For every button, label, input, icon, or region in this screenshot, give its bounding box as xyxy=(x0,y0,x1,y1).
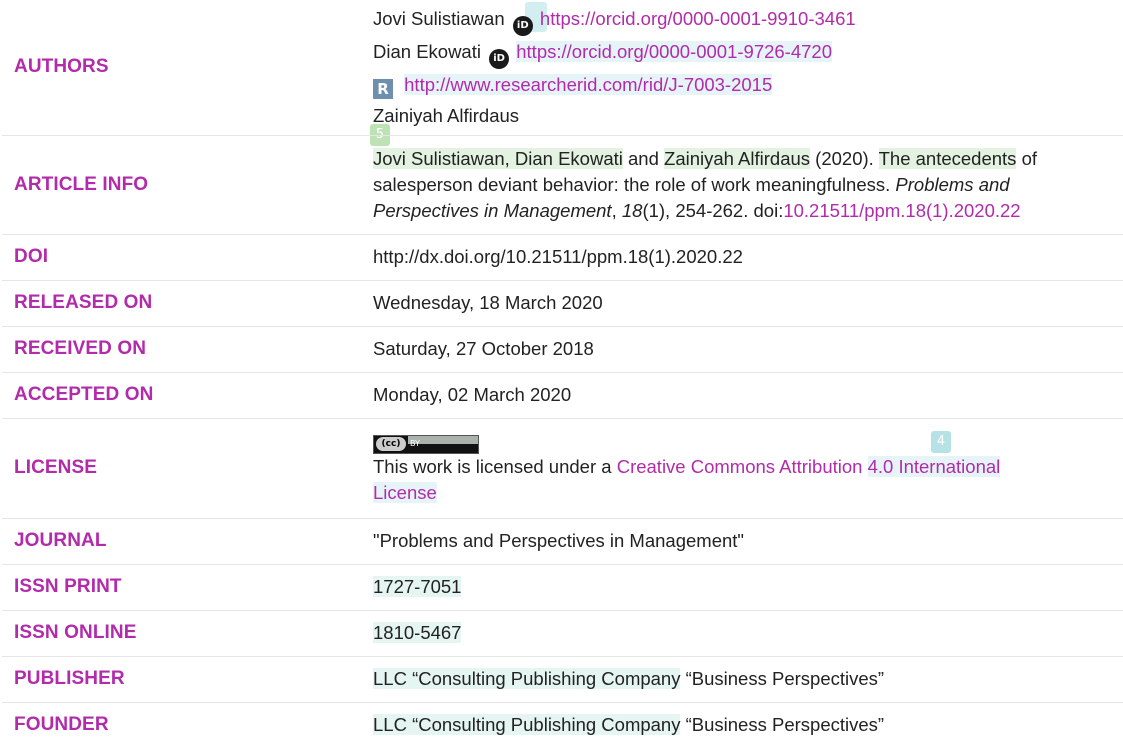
founder-rest: “Business Perspectives” xyxy=(680,714,885,736)
license-text: This work is licensed under a xyxy=(373,456,617,477)
row-accepted-on: ACCEPTED ON Monday, 02 March 2020 xyxy=(2,372,1123,418)
row-doi: DOI http://dx.doi.org/10.21511/ppm.18(1)… xyxy=(2,234,1123,280)
publisher-value: LLC “Consulting Publishing Company “Busi… xyxy=(373,656,1123,702)
row-label: FOUNDER xyxy=(14,714,109,736)
issn-print-value: 1727-7051 xyxy=(373,564,1123,610)
citation-year: (2020). xyxy=(810,147,879,169)
received-value: Saturday, 27 October 2018 xyxy=(373,338,594,359)
author-line: R http://www.researcherid.com/rid/J-7003… xyxy=(373,69,1109,100)
license-link[interactable]: 4.0 International xyxy=(867,456,1001,477)
author-line: Zainiyah Alfirdaus xyxy=(373,100,1109,131)
citation-authors: Zainiyah Alfirdaus xyxy=(664,147,811,169)
row-publisher: PUBLISHER LLC “Consulting Publishing Com… xyxy=(2,656,1123,702)
issn-online-text: 1810-5467 xyxy=(373,622,462,643)
row-founder: FOUNDER LLC “Consulting Publishing Compa… xyxy=(2,702,1123,748)
orcid-icon: iD xyxy=(512,16,533,37)
row-authors: AUTHORS Jovi Sulistiawan iD https://orci… xyxy=(2,0,1123,135)
row-license: LICENSE (cc) BY This work is licensed un… xyxy=(2,418,1123,518)
license-badge-line: (cc) BY xyxy=(373,430,1109,454)
citation-issue-pages: (1), 254-262. doi: xyxy=(642,199,784,221)
row-received-on: RECEIVED ON Saturday, 27 October 2018 xyxy=(2,326,1123,372)
row-label: JOURNAL xyxy=(14,530,107,551)
issn-print-text: 1727-7051 xyxy=(373,576,462,597)
row-label: ISSN ONLINE xyxy=(14,622,137,643)
citation-volume: 18 xyxy=(621,199,643,221)
article-info-value: Jovi Sulistiawan, Dian Ekowati and Zaini… xyxy=(373,135,1123,234)
row-label: RECEIVED ON xyxy=(14,338,147,359)
row-label: LICENSE xyxy=(14,457,98,478)
accepted-value: Monday, 02 March 2020 xyxy=(373,384,572,405)
author-line: Jovi Sulistiawan iD https://orcid.org/00… xyxy=(373,3,1109,37)
doi-value: http://dx.doi.org/10.21511/ppm.18(1).202… xyxy=(373,246,743,267)
author-name: Dian Ekowati xyxy=(373,41,481,63)
citation-separator: , xyxy=(611,199,622,221)
cc-by-badge[interactable]: (cc) BY xyxy=(373,434,479,454)
row-label: ARTICLE INFO xyxy=(14,173,149,195)
row-issn-online: ISSN ONLINE 1810-5467 xyxy=(2,610,1123,656)
released-value: Wednesday, 18 March 2020 xyxy=(373,292,603,313)
row-label: RELEASED ON xyxy=(14,292,153,313)
license-link[interactable]: License xyxy=(373,482,437,503)
researcherid-icon: R xyxy=(373,79,393,100)
article-metadata-table: AUTHORS Jovi Sulistiawan iD https://orci… xyxy=(2,0,1123,748)
orcid-link[interactable]: https://orcid.org/0000-0001-9726-4720 xyxy=(516,41,832,63)
row-article-info: ARTICLE INFO Jovi Sulistiawan, Dian Ekow… xyxy=(2,135,1123,234)
doi-link[interactable]: 10.21511/ppm.18(1).2020.22 xyxy=(783,200,1020,221)
issn-online-value: 1810-5467 xyxy=(373,610,1123,656)
row-journal: JOURNAL "Problems and Perspectives in Ma… xyxy=(2,518,1123,564)
orcid-icon: iD xyxy=(489,49,510,70)
row-label: ISSN PRINT xyxy=(14,576,122,597)
row-label: DOI xyxy=(14,246,49,267)
row-released-on: RELEASED ON Wednesday, 18 March 2020 xyxy=(2,280,1123,326)
row-label: PUBLISHER xyxy=(14,668,125,689)
founder-highlight: LLC “Consulting Publishing Company xyxy=(373,714,681,736)
license-link[interactable]: Creative Commons Attribution xyxy=(617,456,868,477)
author-name: Jovi Sulistiawan xyxy=(373,8,505,30)
license-value: (cc) BY This work is licensed under a Cr… xyxy=(373,418,1123,518)
row-issn-print: ISSN PRINT 1727-7051 xyxy=(2,564,1123,610)
authors-value: Jovi Sulistiawan iD https://orcid.org/00… xyxy=(373,0,1123,135)
by-icon: BY xyxy=(410,438,420,448)
cc-icon: (cc) xyxy=(376,436,406,451)
row-label: AUTHORS xyxy=(14,56,109,78)
journal-value: "Problems and Perspectives in Management… xyxy=(373,530,744,551)
publisher-rest: “Business Perspectives” xyxy=(680,668,885,689)
publisher-highlight: LLC “Consulting Publishing Company xyxy=(373,668,681,689)
orcid-link[interactable]: https://orcid.org/0000-0001-9910-3461 xyxy=(540,8,856,29)
author-name: Zainiyah Alfirdaus xyxy=(373,105,520,127)
citation-title: The antecedents xyxy=(878,147,1017,169)
founder-value: LLC “Consulting Publishing Company “Busi… xyxy=(373,702,1123,748)
row-label: ACCEPTED ON xyxy=(14,384,154,405)
researcherid-link[interactable]: http://www.researcherid.com/rid/J-7003-2… xyxy=(404,74,773,96)
citation-and: and xyxy=(622,147,665,169)
citation-authors: Jovi Sulistiawan, Dian Ekowati xyxy=(373,147,623,169)
author-line: Dian Ekowati iD https://orcid.org/0000-0… xyxy=(373,36,1109,70)
